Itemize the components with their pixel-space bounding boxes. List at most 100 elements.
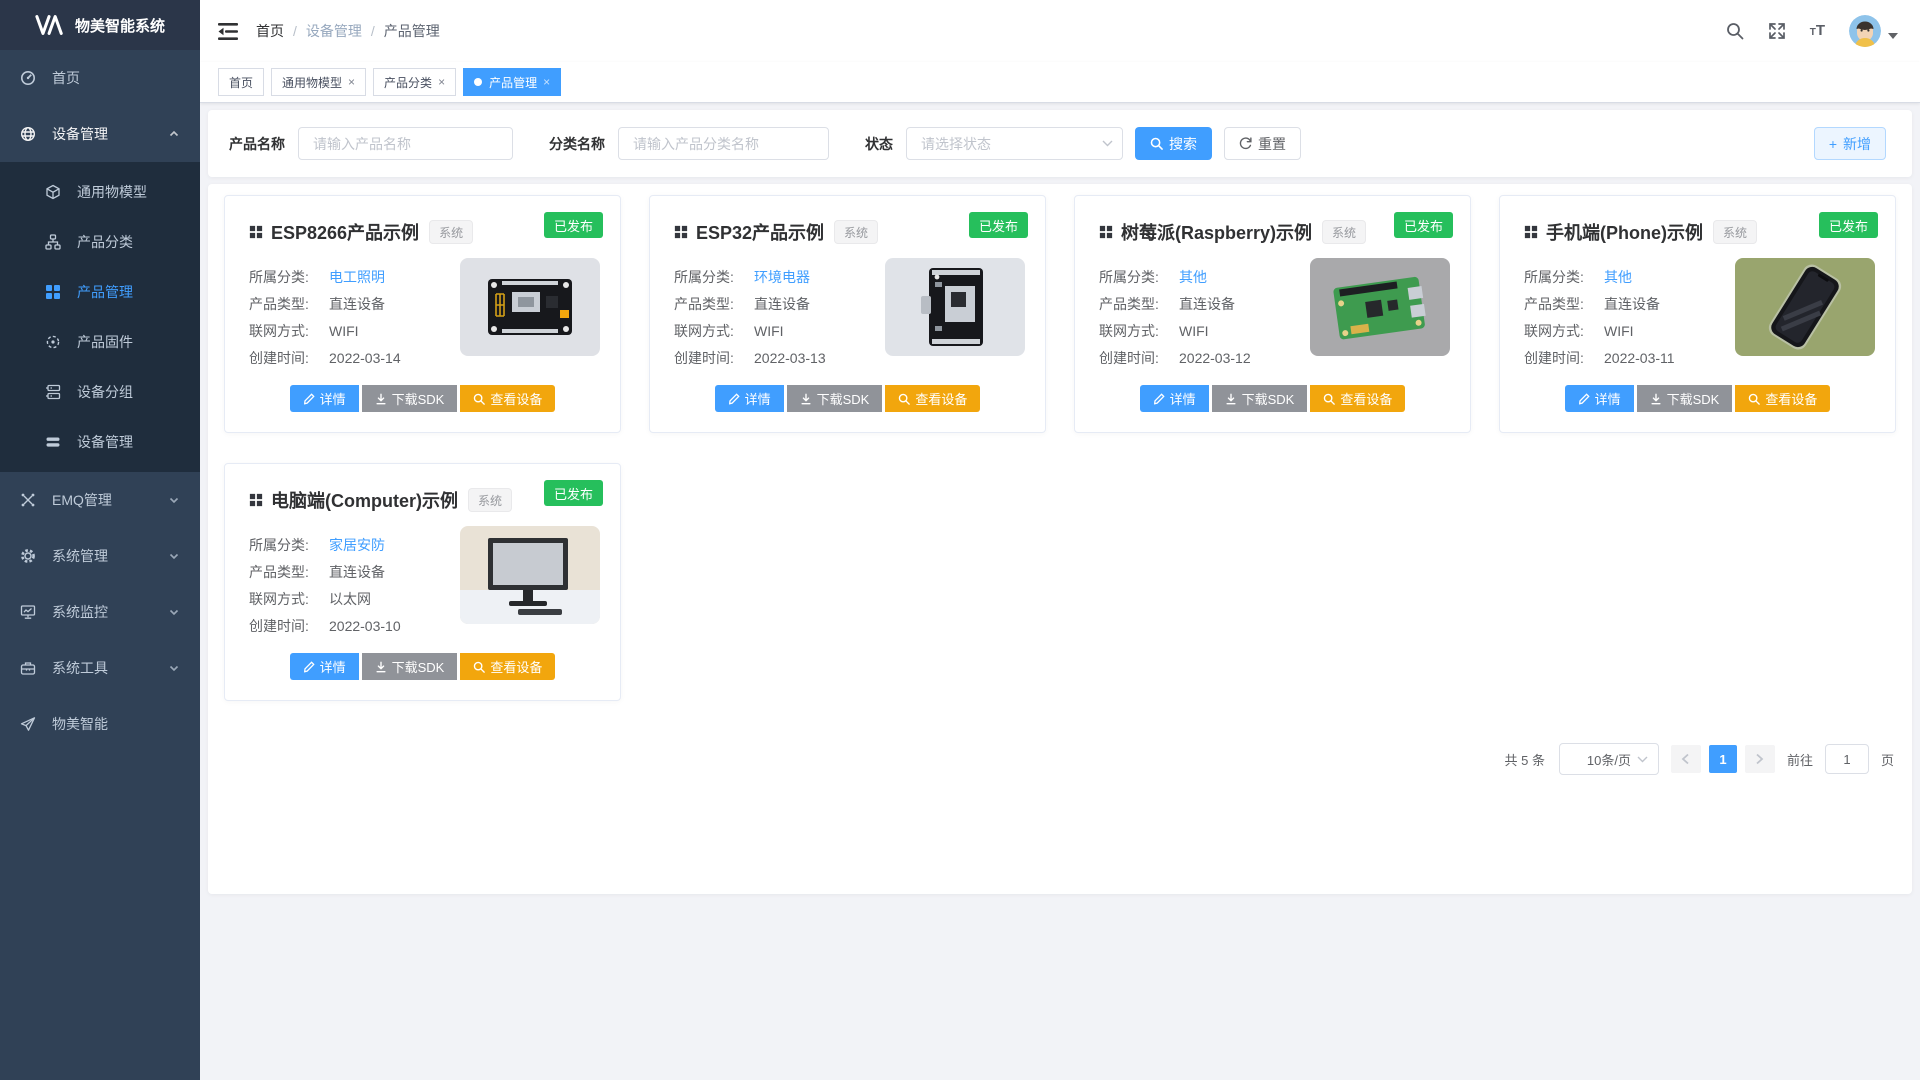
breadcrumb-home[interactable]: 首页 <box>256 21 284 41</box>
download-sdk-button[interactable]: 下载SDK <box>362 385 458 412</box>
chevron-down-icon <box>168 606 180 618</box>
field-value: 2022-03-10 <box>329 618 401 634</box>
view-devices-button[interactable]: 查看设备 <box>1310 385 1405 412</box>
field-value: 直连设备 <box>1179 294 1235 314</box>
system-tag: 系统 <box>1322 220 1366 244</box>
close-icon[interactable]: × <box>438 75 445 89</box>
field-label: 联网方式: <box>1524 321 1604 341</box>
product-name-input[interactable] <box>298 127 513 160</box>
font-size-icon[interactable]: TT <box>1810 23 1825 39</box>
sidebar-item-system-monitor[interactable]: 系统监控 <box>0 584 200 640</box>
download-sdk-label: 下载SDK <box>392 389 445 408</box>
product-card: ESP32产品示例 系统 已发布 所属分类:环境电器 产品类型:直连设备 联网方… <box>649 195 1046 433</box>
sidebar-item-label: 物美智能 <box>52 714 108 734</box>
page-size-select[interactable]: 10条/页 <box>1559 743 1659 775</box>
download-sdk-label: 下载SDK <box>1242 389 1295 408</box>
sidebar-item-system-management[interactable]: 系统管理 <box>0 528 200 584</box>
product-title: 手机端(Phone)示例 <box>1546 219 1703 245</box>
sidebar: 物美智能系统 首页 设备管理 通用物模型 <box>0 0 200 1080</box>
sidebar-item-label: 产品分类 <box>77 232 133 252</box>
tab-label: 通用物模型 <box>282 74 342 91</box>
tags-view-bar: 首页 通用物模型 × 产品分类 × 产品管理 × <box>200 62 1920 103</box>
prev-page-button[interactable] <box>1671 745 1701 773</box>
category-link[interactable]: 其他 <box>1179 267 1207 287</box>
close-icon[interactable]: × <box>348 75 355 89</box>
sitemap-icon <box>45 234 61 250</box>
search-button[interactable]: 搜索 <box>1135 127 1212 160</box>
close-icon[interactable]: × <box>543 75 550 89</box>
sidebar-item-system-tools[interactable]: 系统工具 <box>0 640 200 696</box>
system-tag: 系统 <box>834 220 878 244</box>
status-badge: 已发布 <box>544 212 603 238</box>
avatar[interactable] <box>1849 15 1881 47</box>
field-label: 创建时间: <box>249 348 329 368</box>
view-devices-button[interactable]: 查看设备 <box>1735 385 1830 412</box>
view-devices-button[interactable]: 查看设备 <box>460 653 555 680</box>
sidebar-item-product-category[interactable]: 产品分类 <box>0 217 200 267</box>
sidebar-item-label: 设备分组 <box>77 382 133 402</box>
category-link[interactable]: 其他 <box>1604 267 1632 287</box>
field-label: 产品类型: <box>674 294 754 314</box>
product-card: 树莓派(Raspberry)示例 系统 已发布 所属分类:其他 产品类型:直连设… <box>1074 195 1471 433</box>
tab-product-category[interactable]: 产品分类 × <box>373 68 456 96</box>
chevron-up-icon <box>168 128 180 140</box>
download-sdk-label: 下载SDK <box>392 657 445 676</box>
sidebar-item-thing-model[interactable]: 通用物模型 <box>0 167 200 217</box>
status-badge: 已发布 <box>969 212 1028 238</box>
product-title: ESP32产品示例 <box>696 219 824 245</box>
status-label: 状态 <box>865 134 893 154</box>
sidebar-item-device-list[interactable]: 设备管理 <box>0 417 200 467</box>
sidebar-item-device-group[interactable]: 设备分组 <box>0 367 200 417</box>
goto-label: 前往 <box>1787 750 1813 769</box>
status-badge: 已发布 <box>544 480 603 506</box>
download-sdk-button[interactable]: 下载SDK <box>362 653 458 680</box>
tab-thing-model[interactable]: 通用物模型 × <box>271 68 366 96</box>
sidebar-item-emq[interactable]: EMQ管理 <box>0 472 200 528</box>
category-link[interactable]: 家居安防 <box>329 535 385 555</box>
tab-product-management[interactable]: 产品管理 × <box>463 68 561 96</box>
sidebar-toggle-icon[interactable] <box>218 23 238 40</box>
fullscreen-icon[interactable] <box>1768 22 1786 40</box>
detail-button[interactable]: 详情 <box>1140 385 1209 412</box>
download-sdk-button[interactable]: 下载SDK <box>1637 385 1733 412</box>
dashboard-icon <box>20 70 36 86</box>
page-number-1[interactable]: 1 <box>1709 745 1737 773</box>
app-logo[interactable]: 物美智能系统 <box>0 0 200 50</box>
field-label: 产品类型: <box>249 294 329 314</box>
breadcrumb-separator: / <box>293 23 297 39</box>
sidebar-item-product-firmware[interactable]: 产品固件 <box>0 317 200 367</box>
sidebar-item-product-management[interactable]: 产品管理 <box>0 267 200 317</box>
add-button[interactable]: + 新增 <box>1814 127 1886 160</box>
detail-button[interactable]: 详情 <box>1565 385 1634 412</box>
tab-home[interactable]: 首页 <box>218 68 264 96</box>
products-panel: ESP8266产品示例 系统 已发布 所属分类: 电工照明 产品类型: 直连设备 联… <box>208 184 1912 894</box>
category-link[interactable]: 电工照明 <box>329 267 385 287</box>
sidebar-item-wumei[interactable]: 物美智能 <box>0 696 200 752</box>
goto-page-input[interactable] <box>1825 744 1869 774</box>
product-title: ESP8266产品示例 <box>271 219 419 245</box>
status-select[interactable] <box>906 127 1123 160</box>
category-name-input[interactable] <box>618 127 829 160</box>
user-menu[interactable] <box>1849 15 1898 47</box>
sidebar-item-home[interactable]: 首页 <box>0 50 200 106</box>
field-value: WIFI <box>1179 323 1209 339</box>
view-devices-button[interactable]: 查看设备 <box>885 385 980 412</box>
view-devices-label: 查看设备 <box>490 657 542 676</box>
download-sdk-button[interactable]: 下载SDK <box>787 385 883 412</box>
field-label: 所属分类: <box>1524 267 1604 287</box>
view-devices-button[interactable]: 查看设备 <box>460 385 555 412</box>
sidebar-item-device-management[interactable]: 设备管理 <box>0 106 200 162</box>
search-icon[interactable] <box>1726 22 1744 40</box>
detail-button[interactable]: 详情 <box>715 385 784 412</box>
sidebar-item-label: 产品管理 <box>77 282 133 302</box>
download-sdk-button[interactable]: 下载SDK <box>1212 385 1308 412</box>
reset-button[interactable]: 重置 <box>1224 127 1301 160</box>
sidebar-device-submenu: 通用物模型 产品分类 产品管理 <box>0 162 200 472</box>
next-page-button[interactable] <box>1745 745 1775 773</box>
field-value: 直连设备 <box>1604 294 1660 314</box>
detail-button[interactable]: 详情 <box>290 385 359 412</box>
detail-button[interactable]: 详情 <box>290 653 359 680</box>
grid-icon <box>249 493 263 507</box>
category-link[interactable]: 环境电器 <box>754 267 810 287</box>
category-name-label: 分类名称 <box>549 134 605 154</box>
